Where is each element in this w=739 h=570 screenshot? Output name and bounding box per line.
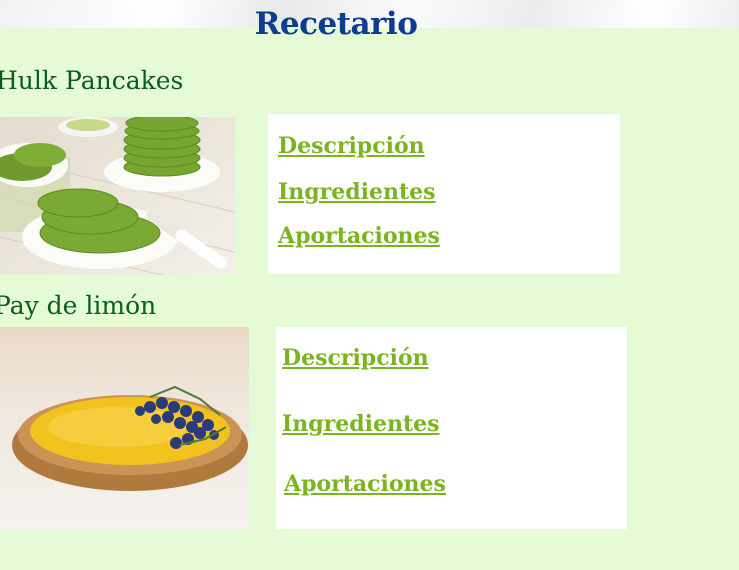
recipe-title-pay-de-limon: Pay de limón xyxy=(0,291,157,320)
pay-de-limon-photo xyxy=(0,327,249,530)
pay-de-limon-description-link[interactable]: Descripción xyxy=(282,345,429,371)
hulk-pancakes-ingredients-link[interactable]: Ingredientes xyxy=(278,179,436,205)
hulk-pancakes-photo xyxy=(0,117,235,275)
hulk-pancakes-links-panel: Descripción Ingredientes Aportaciones xyxy=(268,114,620,274)
recipe-title-hulk-pancakes: Hulk Pancakes xyxy=(0,66,184,95)
hulk-pancakes-contributions-link[interactable]: Aportaciones xyxy=(278,223,440,249)
pay-de-limon-ingredients-link[interactable]: Ingredientes xyxy=(282,411,440,437)
hulk-pancakes-description-link[interactable]: Descripción xyxy=(278,133,425,159)
pay-de-limon-links-panel: Descripción Ingredientes Aportaciones xyxy=(276,327,627,529)
page-title: Recetario xyxy=(254,6,418,42)
pay-de-limon-contributions-link[interactable]: Aportaciones xyxy=(284,471,446,497)
